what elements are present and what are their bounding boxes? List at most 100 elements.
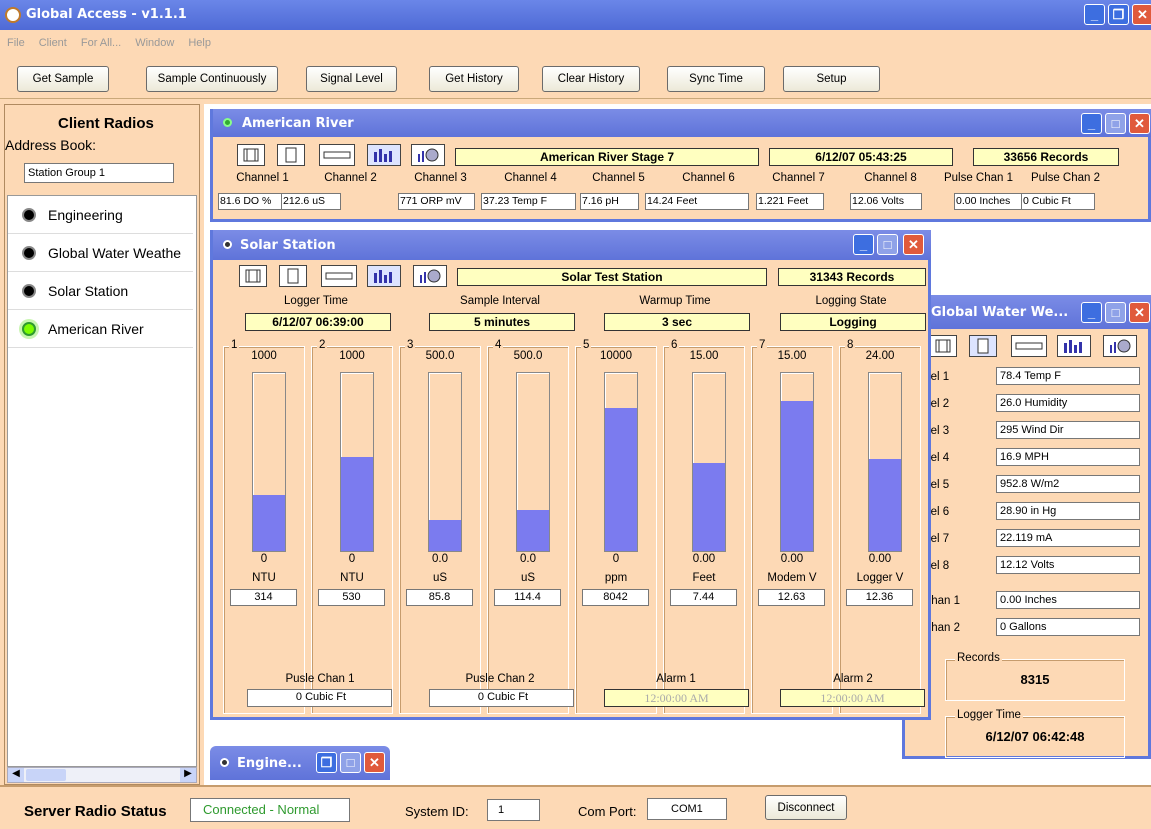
client-item-engineering[interactable]: Engineering: [8, 196, 193, 234]
solar-close-button[interactable]: ✕: [903, 234, 924, 255]
weather-channel-value: 22.119 mA: [996, 529, 1140, 547]
weather-channel-value: 26.0 Humidity: [996, 394, 1140, 412]
signal-level-button[interactable]: Signal Level: [306, 66, 397, 92]
american-channel-label: Channel 7: [772, 172, 825, 184]
sample-continuously-button[interactable]: Sample Continuously: [146, 66, 278, 92]
solar-maximize-button[interactable]: □: [877, 234, 898, 255]
clear-history-button[interactable]: Clear History: [542, 66, 640, 92]
menu-for-all[interactable]: For All...: [81, 37, 121, 49]
weather-records-label: Records: [955, 652, 1002, 664]
weather-close-button[interactable]: ✕: [1129, 302, 1150, 323]
view-bars-icon[interactable]: [1057, 335, 1091, 357]
alarm1-label: Alarm 1: [656, 673, 696, 685]
view-panel-icon[interactable]: [239, 265, 267, 287]
weather-logger-time: 6/12/07 06:42:48: [985, 729, 1085, 744]
scroll-left-icon[interactable]: ◀: [8, 768, 24, 782]
view-gauge-icon[interactable]: [1103, 335, 1137, 357]
channel-bar-track: [868, 372, 902, 552]
american-channel-value: 7.16 pH: [580, 193, 639, 210]
menu-client[interactable]: Client: [39, 37, 67, 49]
client-item-solar-station[interactable]: Solar Station: [8, 272, 193, 310]
channel-unit: Modem V: [767, 572, 817, 584]
sidebar-scrollbar[interactable]: ◀ ▶: [7, 767, 197, 783]
view-single-icon[interactable]: [279, 265, 307, 287]
american-channel-label: Channel 5: [592, 172, 645, 184]
scroll-thumb[interactable]: [26, 769, 66, 781]
view-list-icon[interactable]: [319, 144, 355, 166]
view-single-icon[interactable]: [277, 144, 305, 166]
view-panel-icon[interactable]: [929, 335, 957, 357]
american-channel-label: Channel 8: [864, 172, 917, 184]
menu-window[interactable]: Window: [135, 37, 174, 49]
channel-bar-track: [340, 372, 374, 552]
sync-time-button[interactable]: Sync Time: [667, 66, 765, 92]
american-river-window: American River _ □ ✕ American River Stag…: [210, 109, 1151, 222]
client-item-global-water-weather[interactable]: Global Water Weathe: [8, 234, 193, 272]
address-book-field[interactable]: Station Group 1: [24, 163, 174, 183]
view-list-icon[interactable]: [1011, 335, 1047, 357]
channel-unit: Feet: [692, 572, 716, 584]
com-port-field[interactable]: COM1: [647, 798, 727, 820]
disconnect-button[interactable]: Disconnect: [765, 795, 847, 820]
channel-unit: uS: [520, 572, 536, 584]
channel-value: 7.44: [670, 589, 737, 606]
status-bar: Server Radio Status Connected - Normal S…: [0, 785, 1151, 829]
channel-bar-fill: [869, 459, 901, 551]
engineering-minimized-window[interactable]: Engine... ❐ □ ✕: [210, 746, 390, 780]
channel-max: 500.0: [425, 350, 455, 362]
weather-pulse-value: 0.00 Inches: [996, 591, 1140, 609]
view-gauge-icon[interactable]: [413, 265, 447, 287]
channel-value: 314: [230, 589, 297, 606]
weather-minimize-button[interactable]: _: [1081, 302, 1102, 323]
weather-window: Global Water We... _ □ ✕ hannel 178.4 Te…: [902, 295, 1151, 759]
view-list-icon[interactable]: [321, 265, 357, 287]
engine-maximize-button[interactable]: □: [340, 752, 361, 773]
status-dot-active-icon: [22, 321, 36, 336]
sidebar: Client Radios Address Book: Station Grou…: [4, 104, 200, 785]
channel-unit: NTU: [340, 572, 364, 584]
engine-restore-button[interactable]: ❐: [316, 752, 337, 773]
american-minimize-button[interactable]: _: [1081, 113, 1102, 134]
view-panel-icon[interactable]: [237, 144, 265, 166]
weather-records-value: 8315: [1020, 672, 1050, 687]
solar-titlebar: Solar Station _ □ ✕: [213, 230, 931, 260]
american-channel-value: 12.06 Volts: [850, 193, 922, 210]
view-bars-icon[interactable]: [367, 265, 401, 287]
channel-bar-fill: [429, 520, 461, 551]
sidebar-title: Client Radios: [58, 115, 154, 132]
channel-min: 0.0: [520, 553, 536, 565]
view-bars-icon[interactable]: [367, 144, 401, 166]
sample-interval-value: 5 minutes: [429, 313, 575, 331]
channel-max: 1000: [251, 350, 277, 362]
logger-time-value: 6/12/07 06:39:00: [245, 313, 391, 331]
american-channel-value: 0 Cubic Ft: [1021, 193, 1095, 210]
view-gauge-icon[interactable]: [411, 144, 445, 166]
client-item-american-river[interactable]: American River: [8, 310, 193, 348]
app-minimize-button[interactable]: _: [1084, 4, 1105, 25]
get-history-button[interactable]: Get History: [429, 66, 519, 92]
channel-value: 12.63: [758, 589, 825, 606]
menu-file[interactable]: File: [7, 37, 25, 49]
channel-bar-fill: [517, 510, 549, 551]
pulse1-label: Pusle Chan 1: [285, 673, 355, 685]
weather-maximize-button[interactable]: □: [1105, 302, 1126, 323]
menu-help[interactable]: Help: [188, 37, 211, 49]
american-maximize-button[interactable]: □: [1105, 113, 1126, 134]
app-restore-button[interactable]: ❐: [1108, 4, 1129, 25]
app-titlebar: Global Access - v1.1.1 _ ❐ ✕: [0, 0, 1151, 30]
solar-records: 31343 Records: [778, 268, 926, 286]
app-close-button[interactable]: ✕: [1132, 4, 1151, 25]
american-close-button[interactable]: ✕: [1129, 113, 1150, 134]
setup-button[interactable]: Setup: [783, 66, 880, 92]
engine-close-button[interactable]: ✕: [364, 752, 385, 773]
american-datetime: 6/12/07 05:43:25: [769, 148, 953, 166]
scroll-right-icon[interactable]: ▶: [180, 768, 196, 782]
view-single-icon[interactable]: [969, 335, 997, 357]
weather-channel-value: 16.9 MPH: [996, 448, 1140, 466]
american-channel-value: 771 ORP mV: [398, 193, 475, 210]
weather-title: Global Water We...: [931, 305, 1069, 320]
system-id-field[interactable]: 1: [487, 799, 540, 821]
channel-bar-fill: [253, 495, 285, 551]
get-sample-button[interactable]: Get Sample: [17, 66, 109, 92]
solar-minimize-button[interactable]: _: [853, 234, 874, 255]
